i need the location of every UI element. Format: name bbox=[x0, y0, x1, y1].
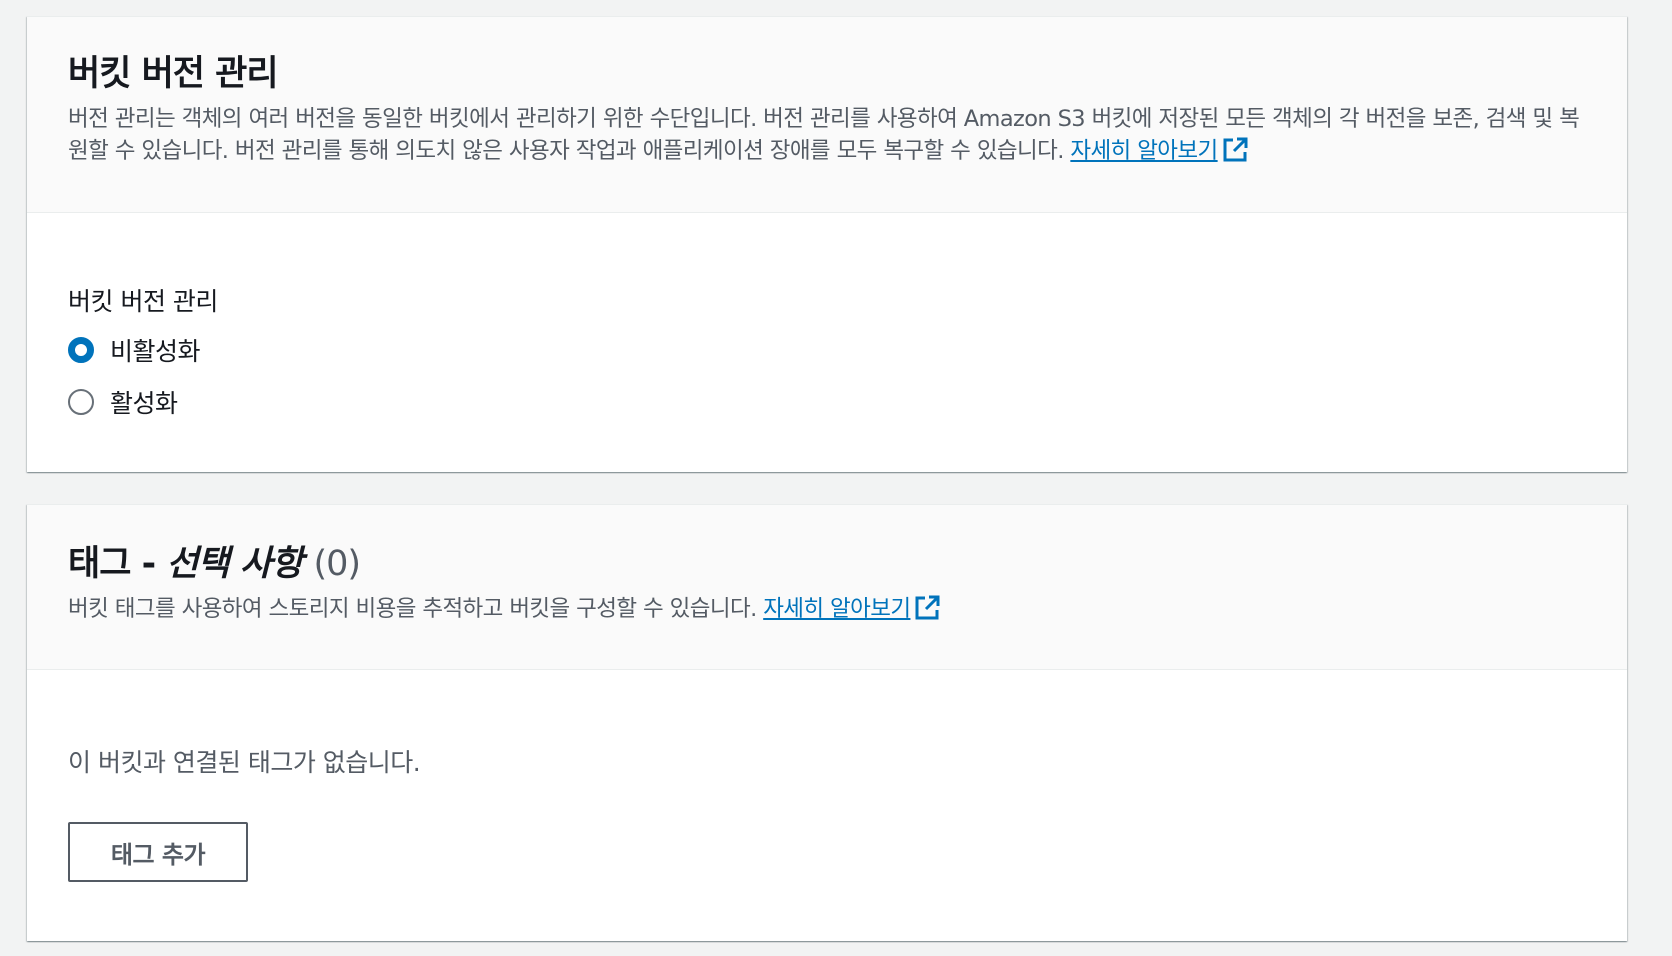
radio-option-enable[interactable]: 활성화 bbox=[68, 385, 1586, 419]
add-tag-button[interactable]: 태그 추가 bbox=[68, 822, 248, 882]
tags-title-optional: 선택 사항 bbox=[166, 544, 303, 584]
tags-learn-more-link[interactable]: 자세히 알아보기 bbox=[763, 595, 940, 622]
tags-empty-text: 이 버킷과 연결된 태그가 없습니다. bbox=[68, 748, 421, 777]
radio-label-enable: 활성화 bbox=[110, 389, 178, 418]
radio-label-disable: 비활성화 bbox=[110, 337, 201, 366]
versioning-field-label: 버킷 버전 관리 bbox=[68, 287, 218, 316]
tags-panel: 태그 - 선택 사항 (0) 버킷 태그를 사용하여 스토리지 비용을 추적하고… bbox=[27, 504, 1627, 941]
external-link-icon bbox=[915, 595, 940, 620]
versioning-title: 버킷 버전 관리 bbox=[68, 54, 279, 94]
versioning-panel-header: 버킷 버전 관리 버전 관리는 객체의 여러 버전을 동일한 버킷에서 관리하기… bbox=[27, 17, 1627, 213]
tags-learn-more-label: 자세히 알아보기 bbox=[763, 596, 911, 622]
tags-title: 태그 - 선택 사항 (0) bbox=[68, 541, 1586, 587]
tags-panel-body: 이 버킷과 연결된 태그가 없습니다. 태그 추가 bbox=[27, 670, 1627, 882]
versioning-learn-more-label: 자세히 알아보기 bbox=[1070, 138, 1218, 164]
tags-title-main: 태그 - bbox=[68, 544, 167, 584]
external-link-icon bbox=[1223, 137, 1248, 162]
radio-option-disable[interactable]: 비활성화 bbox=[68, 333, 1586, 367]
versioning-panel: 버킷 버전 관리 버전 관리는 객체의 여러 버전을 동일한 버킷에서 관리하기… bbox=[27, 16, 1627, 472]
tags-count: (0) bbox=[313, 544, 361, 584]
versioning-panel-body: 버킷 버전 관리 비활성화 활성화 bbox=[27, 213, 1627, 419]
versioning-description: 버전 관리는 객체의 여러 버전을 동일한 버킷에서 관리하기 위한 수단입니다… bbox=[68, 103, 1586, 167]
tags-description-text: 버킷 태그를 사용하여 스토리지 비용을 추적하고 버킷을 구성할 수 있습니다… bbox=[68, 596, 757, 622]
radio-button-disable[interactable] bbox=[68, 337, 94, 363]
versioning-learn-more-link[interactable]: 자세히 알아보기 bbox=[1070, 137, 1248, 164]
radio-button-enable[interactable] bbox=[68, 389, 94, 415]
versioning-description-text: 버전 관리는 객체의 여러 버전을 동일한 버킷에서 관리하기 위한 수단입니다… bbox=[68, 106, 1580, 164]
tags-description: 버킷 태그를 사용하여 스토리지 비용을 추적하고 버킷을 구성할 수 있습니다… bbox=[68, 593, 1586, 625]
tags-panel-header: 태그 - 선택 사항 (0) 버킷 태그를 사용하여 스토리지 비용을 추적하고… bbox=[27, 505, 1627, 670]
